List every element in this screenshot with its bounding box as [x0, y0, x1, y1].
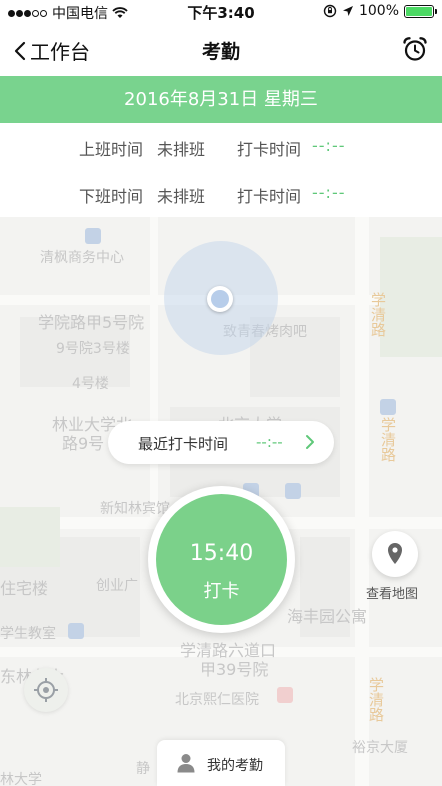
- recent-punch-button[interactable]: 最近打卡时间 --:--: [108, 421, 334, 464]
- rotation-lock-icon: [323, 4, 337, 18]
- map-label: 创业广: [96, 578, 138, 594]
- current-location-marker: [207, 286, 233, 312]
- alarm-clock-icon[interactable]: [402, 36, 428, 62]
- punch-button-face: 15:40 打卡: [156, 494, 287, 625]
- view-map-button[interactable]: [372, 531, 418, 577]
- recent-punch-value: --:--: [256, 433, 283, 451]
- status-right: 100%: [323, 3, 437, 19]
- schedule-row-start: 上班时间 未排班 打卡时间 --:--: [0, 123, 442, 170]
- schedule-row-end: 下班时间 未排班 打卡时间 --:--: [0, 170, 442, 217]
- map-pin-icon: [388, 543, 402, 564]
- my-attendance-button[interactable]: 我的考勤: [157, 740, 285, 786]
- building-icon: [68, 623, 84, 639]
- bus-stop-icon: [285, 483, 301, 499]
- punch-label: 打卡: [203, 581, 240, 602]
- map-label: 学生教室: [0, 626, 56, 642]
- map-label: 住宅楼: [0, 579, 49, 598]
- map-label: 海丰园公寓: [287, 607, 368, 626]
- map-label: 北京熙仁医院: [175, 692, 259, 708]
- back-button[interactable]: 工作台: [14, 36, 90, 65]
- chevron-right-icon: [306, 435, 314, 449]
- chevron-left-icon: [14, 41, 26, 60]
- shift-status: 未排班: [157, 140, 206, 159]
- map-road-label: 学清路: [367, 677, 385, 722]
- punch-time-label: 打卡时间: [237, 140, 302, 159]
- user-icon: [177, 754, 195, 773]
- map-road: [150, 217, 158, 517]
- map-label: 甲39号院: [200, 660, 269, 679]
- map-label: 9号院3号楼: [56, 341, 130, 357]
- map-road-label: 学清路: [379, 417, 397, 462]
- map-label: 清枫商务中心: [40, 250, 124, 266]
- map-label: 裕京大厦: [352, 740, 408, 756]
- recent-punch-label: 最近打卡时间: [138, 435, 229, 453]
- map-green-area: [0, 507, 60, 567]
- hospital-icon: [277, 687, 293, 703]
- punch-time-value: --:--: [312, 183, 346, 202]
- map-label: 林大学: [0, 772, 42, 786]
- schedule-panel: 上班时间 未排班 打卡时间 --:-- 下班时间 未排班 打卡时间 --:--: [0, 123, 442, 217]
- map-label: 静: [136, 761, 150, 777]
- back-label: 工作台: [30, 40, 90, 64]
- location-arrow-icon: [342, 6, 353, 16]
- map-label: 4号楼: [72, 376, 109, 392]
- locate-button[interactable]: [24, 668, 68, 712]
- view-map-label[interactable]: 查看地图: [366, 583, 418, 602]
- nav-bar: 工作台 考勤: [0, 22, 442, 76]
- date-banner: 2016年8月31日 星期三: [0, 76, 442, 123]
- bus-stop-icon: [380, 399, 396, 415]
- map-green-area: [380, 237, 442, 357]
- crosshair-icon: [34, 678, 58, 702]
- map-label: 路9号: [62, 434, 105, 453]
- map-road-label: 学清路: [369, 292, 387, 337]
- shift-status: 未排班: [157, 187, 206, 206]
- map-label: 新知林宾馆: [100, 501, 170, 517]
- shift-label: 下班时间: [79, 187, 144, 206]
- punch-time-label: 打卡时间: [237, 187, 302, 206]
- battery-percent: 100%: [358, 3, 399, 19]
- shift-label: 上班时间: [79, 140, 144, 159]
- map-label: 学院路甲5号院: [38, 313, 145, 332]
- my-attendance-label: 我的考勤: [207, 758, 263, 774]
- punch-button[interactable]: 15:40 打卡: [148, 486, 295, 633]
- status-bar: 中国电信 下午3:40 100%: [0, 0, 442, 22]
- punch-time-value: --:--: [312, 136, 346, 155]
- building-icon: [85, 228, 101, 244]
- battery-icon: [404, 4, 437, 18]
- punch-current-time: 15:40: [189, 541, 254, 566]
